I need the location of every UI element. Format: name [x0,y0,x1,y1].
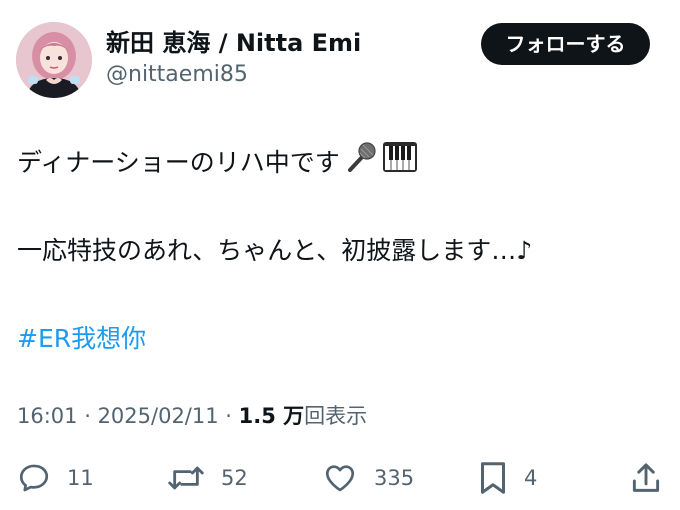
tweet-line-1-text: ディナーショーのリハ中です [17,148,340,177]
tweet-meta: 16:01 · 2025/02/11 · 1.5 万回表示 [17,400,367,432]
like-button[interactable]: 335 [322,458,414,498]
views-label: 回表示 [304,404,368,428]
tweet-time[interactable]: 16:01 [17,404,78,428]
user-handle[interactable]: @nittaemi85 [106,60,361,90]
tweet-line-1: ディナーショーのリハ中です [17,140,418,186]
share-icon [630,460,662,496]
bookmark-count: 4 [524,466,538,490]
tweet-date[interactable]: 2025/02/11 [98,404,219,428]
follow-button[interactable]: フォローする [481,23,650,65]
heart-icon [322,461,358,495]
bookmark-icon [478,460,508,496]
bookmark-button[interactable]: 4 [478,458,537,498]
author-block: 新田 恵海 / Nitta Emi @nittaemi85 [106,26,361,90]
like-count: 335 [374,466,415,490]
reply-icon [17,461,51,495]
hashtag-link[interactable]: #ER我想你 [17,319,146,359]
microphone-icon [344,140,378,186]
meta-separator: · [77,404,98,428]
views-count: 1.5 万 [238,404,305,428]
repost-count: 52 [221,466,248,490]
repost-icon [167,461,205,495]
meta-separator: · [218,404,239,428]
tweet-card: 新田 恵海 / Nitta Emi @nittaemi85 フォローする ディナ… [0,0,680,510]
share-button[interactable] [630,458,662,498]
avatar[interactable] [16,22,92,98]
piano-keys-icon [382,140,418,186]
reply-count: 11 [67,466,94,490]
reply-button[interactable]: 11 [17,458,94,498]
display-name[interactable]: 新田 恵海 / Nitta Emi [106,26,361,60]
repost-button[interactable]: 52 [167,458,248,498]
tweet-line-2: 一応特技のあれ、ちゃんと、初披露します…♪ [17,236,533,265]
